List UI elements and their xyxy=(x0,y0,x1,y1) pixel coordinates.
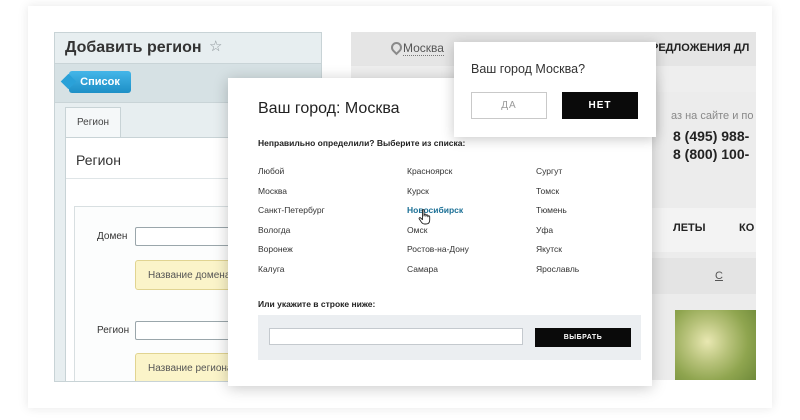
confirm-yes-button[interactable]: ДА xyxy=(471,92,547,119)
city-link[interactable]: Курск xyxy=(407,186,429,196)
city-link[interactable]: Воронеж xyxy=(258,244,293,254)
manual-entry-label: Или укажите в строке ниже: xyxy=(258,299,376,309)
choose-city-button[interactable]: ВЫБРАТЬ xyxy=(535,328,631,347)
city-link[interactable]: Калуга xyxy=(258,264,285,274)
modal-title: Ваш город: Москва xyxy=(258,100,400,117)
region-label: Регион xyxy=(97,325,130,336)
site-promo-text: РЕДЛОЖЕНИЯ ДЛ xyxy=(651,42,750,54)
city-link[interactable]: Уфа xyxy=(536,225,553,235)
site-city-link[interactable]: Москва xyxy=(403,41,444,56)
city-link[interactable]: Вологда xyxy=(258,225,290,235)
section-title: Регион xyxy=(76,152,121,168)
site-photo xyxy=(675,310,756,380)
city-link[interactable]: Тюмень xyxy=(536,205,567,215)
city-search-input[interactable] xyxy=(269,328,523,345)
nav-item-tickets[interactable]: ЛЕТЫ xyxy=(673,222,706,234)
list-back-button-label: Список xyxy=(80,76,120,88)
city-link[interactable]: Ростов-на-Дону xyxy=(407,244,469,254)
subnav-link[interactable]: С xyxy=(715,270,723,282)
city-link[interactable]: Любой xyxy=(258,166,284,176)
confirm-no-button[interactable]: НЕТ xyxy=(562,92,638,119)
city-link[interactable]: Сургут xyxy=(536,166,562,176)
city-link[interactable]: Москва xyxy=(258,186,287,196)
city-link[interactable]: Ярославль xyxy=(536,264,579,274)
phone-number-1[interactable]: 8 (495) 988- xyxy=(673,128,749,144)
nav-item-contacts[interactable]: КО xyxy=(739,222,754,234)
city-link[interactable]: Самара xyxy=(407,264,438,274)
city-confirm-popup: Ваш город Москва? ДА НЕТ xyxy=(454,42,656,137)
admin-page-title: Добавить регион xyxy=(65,39,202,56)
modal-subtitle: Неправильно определили? Выберите из спис… xyxy=(258,138,466,148)
city-link[interactable]: Томск xyxy=(536,186,559,196)
city-link[interactable]: Красноярск xyxy=(407,166,452,176)
domain-label: Домен xyxy=(97,231,128,242)
list-back-button[interactable]: Список xyxy=(69,71,131,93)
tab-region[interactable]: Регион xyxy=(65,107,121,138)
city-link[interactable]: Санкт-Петербург xyxy=(258,205,325,215)
favorite-star-icon[interactable]: ☆ xyxy=(209,37,222,55)
city-link[interactable]: Якутск xyxy=(536,244,562,254)
city-link[interactable]: Омск xyxy=(407,225,427,235)
phone-number-2[interactable]: 8 (800) 100- xyxy=(673,146,749,162)
manual-entry-bar: ВЫБРАТЬ xyxy=(258,315,641,360)
city-link-active[interactable]: Новосибирск xyxy=(407,205,463,215)
site-note: аз на сайте и по xyxy=(671,110,754,122)
hand-pointer-cursor-icon xyxy=(418,209,431,225)
popup-question: Ваш город Москва? xyxy=(471,62,586,76)
